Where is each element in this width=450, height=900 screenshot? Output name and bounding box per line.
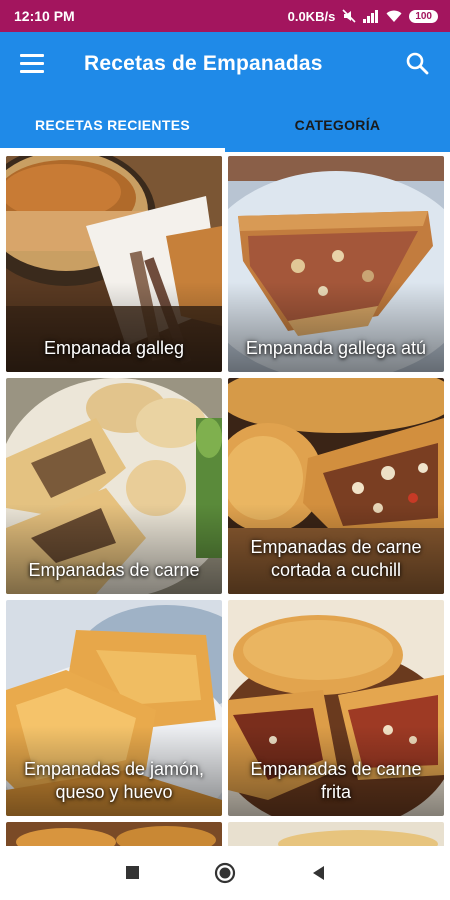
recipe-card[interactable]: Empanadas de carne frita [228, 600, 444, 816]
recipe-title: Empanadas de carne cortada a cuchill [250, 537, 422, 580]
recipe-title: Empanadas de carne frita [250, 759, 422, 802]
recipe-card[interactable]: Empanadas de carne [6, 378, 222, 594]
recipe-card[interactable]: Empanada galleg [6, 156, 222, 372]
square-icon[interactable] [124, 864, 142, 882]
app-title: Recetas de Empanadas [84, 52, 323, 75]
status-bar: 12:10 PM 0.0KB/s 100 [0, 0, 450, 32]
recipe-card[interactable]: Empanada gallega atú [228, 156, 444, 372]
circle-icon[interactable] [214, 862, 236, 884]
triangle-back-icon[interactable] [310, 864, 328, 882]
recipe-photo [6, 822, 222, 846]
system-nav-bar [0, 846, 450, 900]
tab-recent-recipes[interactable]: RECETAS RECIENTES [0, 98, 225, 152]
tab-bar: RECETAS RECIENTES CATEGORÍA [0, 98, 450, 152]
search-icon[interactable] [404, 50, 432, 78]
tab-category[interactable]: CATEGORÍA [225, 98, 450, 152]
net-speed: 0.0KB/s [287, 8, 336, 24]
wifi-icon [386, 10, 402, 22]
app-bar: Recetas de Empanadas [0, 32, 450, 98]
recipe-card[interactable]: Empanadas de carne cortada a cuchill [228, 378, 444, 594]
recipe-title: Empanada galleg [43, 338, 185, 358]
mute-icon [342, 9, 356, 23]
menu-icon[interactable] [20, 54, 46, 74]
signal-icon [363, 9, 379, 23]
recipe-grid: Empanada galleg Empanada gallega atú Emp… [0, 152, 450, 846]
status-time: 12:10 PM [14, 8, 75, 24]
recipe-card[interactable] [6, 822, 222, 846]
recipe-title: Empanadas de carne [28, 560, 200, 580]
recipe-card[interactable]: Empanadas de jamón, queso y huevo [6, 600, 222, 816]
recipe-title: Empanada gallega atú [245, 338, 427, 358]
recipe-photo [228, 822, 444, 846]
recipe-card[interactable] [228, 822, 444, 846]
recipe-title: Empanadas de jamón, queso y huevo [23, 759, 205, 802]
status-icons: 0.0KB/s 100 [288, 9, 438, 24]
battery-icon: 100 [409, 9, 438, 23]
